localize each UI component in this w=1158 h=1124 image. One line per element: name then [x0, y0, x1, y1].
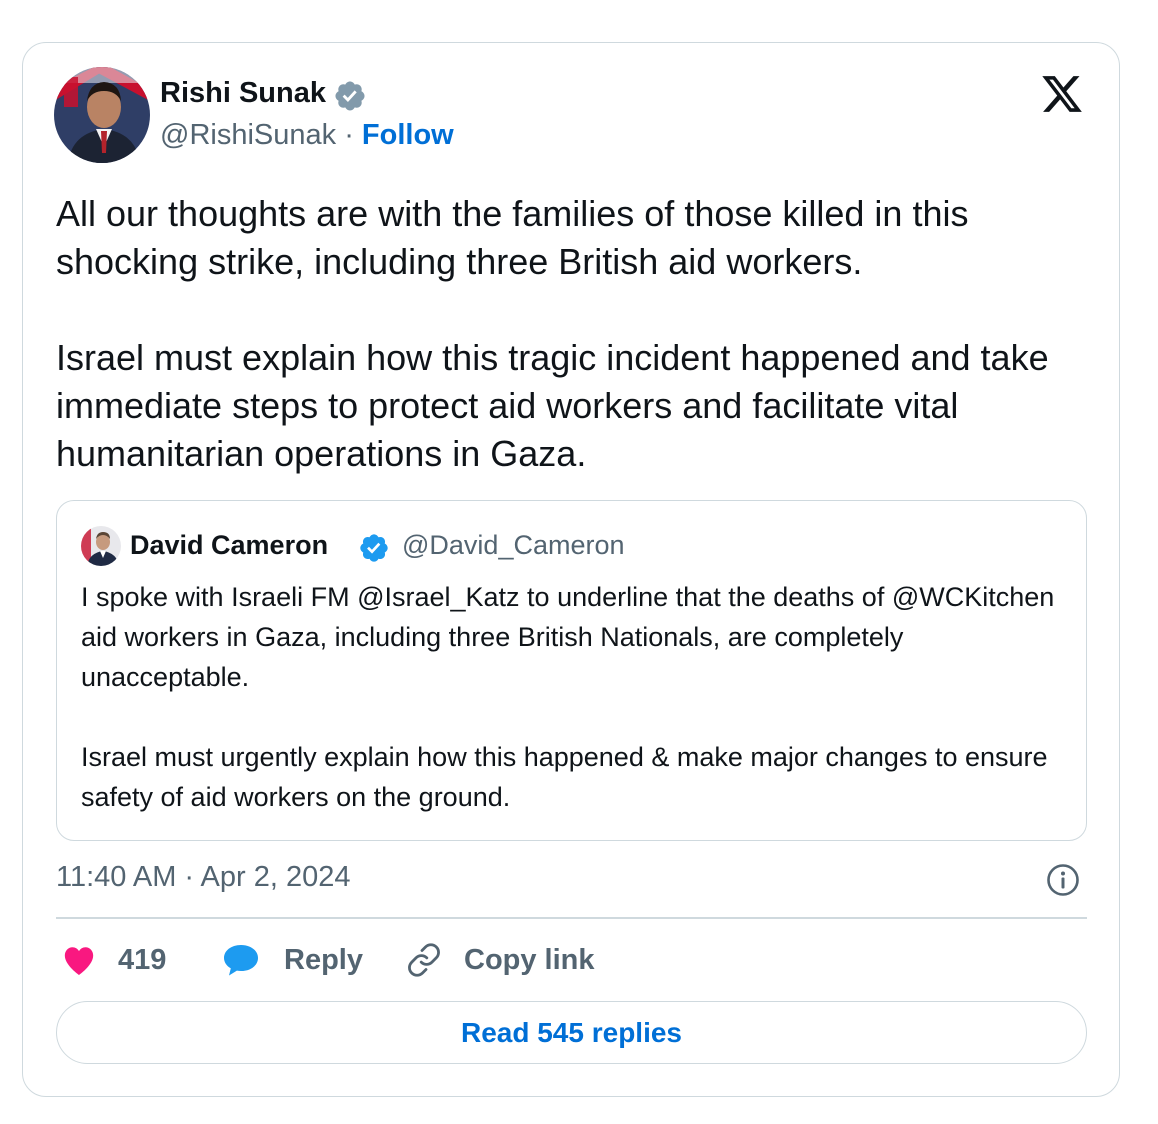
handle-row: @RishiSunak · Follow — [160, 119, 454, 152]
author-name[interactable]: Rishi Sunak — [160, 77, 326, 110]
author-handle[interactable]: @RishiSunak — [160, 119, 336, 151]
link-icon — [408, 943, 440, 977]
heart-icon — [64, 947, 94, 976]
read-replies-button[interactable]: Read 545 replies — [56, 1001, 1087, 1064]
follow-button[interactable]: Follow — [362, 119, 454, 151]
quoted-paragraph: I spoke with Israeli FM @Israel_Katz to … — [81, 582, 1055, 692]
like-count: 419 — [118, 943, 167, 976]
tweet-timestamp[interactable]: 11:40 AM · Apr 2, 2024 — [56, 861, 351, 894]
quoted-author-name: David Cameron — [130, 530, 329, 560]
separator-dot: · — [344, 119, 354, 151]
tweet-paragraph: Israel must explain how this tragic inci… — [56, 337, 1049, 474]
tweet-paragraph: All our thoughts are with the families o… — [56, 193, 969, 282]
reply-bubble-icon — [224, 945, 258, 976]
like-button[interactable]: 419 — [62, 935, 166, 985]
copy-link-button[interactable]: Copy link — [406, 935, 595, 985]
quoted-tweet-text: I spoke with Israeli FM @Israel_Katz to … — [81, 577, 1066, 817]
author-avatar[interactable] — [54, 67, 150, 163]
verified-badge-icon — [335, 81, 365, 111]
reply-button[interactable]: Reply — [222, 935, 363, 985]
info-icon[interactable] — [1045, 862, 1081, 898]
quoted-author-handle: @David_Cameron — [402, 530, 625, 560]
quoted-paragraph: Israel must urgently explain how this ha… — [81, 742, 1048, 812]
divider — [56, 917, 1087, 919]
verified-badge-icon — [360, 534, 388, 562]
tweet-text: All our thoughts are with the families o… — [56, 190, 1086, 478]
x-logo-icon[interactable] — [1038, 72, 1086, 116]
quoted-author-avatar — [81, 526, 121, 566]
copy-link-label: Copy link — [464, 943, 595, 976]
reply-label: Reply — [284, 943, 363, 976]
